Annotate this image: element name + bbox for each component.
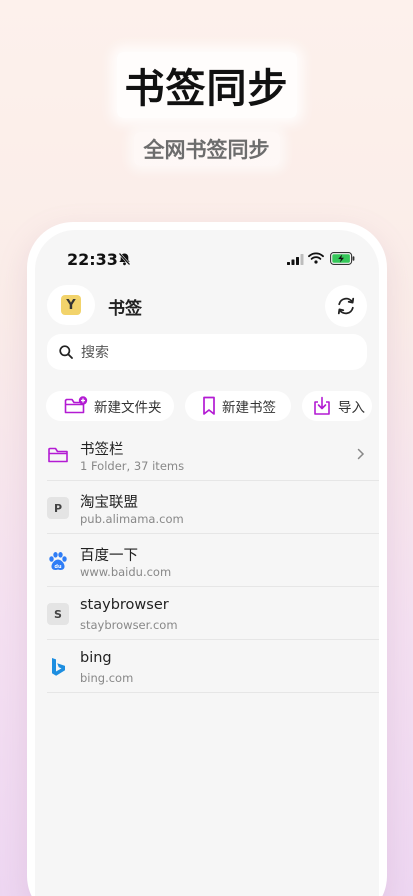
new-bookmark-label: 新建书签 [222,400,276,416]
import-icon [314,396,330,415]
bell-slash-icon [118,252,131,266]
bookmark-row[interactable]: bing bing.com [47,640,379,693]
list-item-title: staybrowser [80,597,169,613]
avatar-button[interactable]: Y [47,285,95,325]
list-item-subtitle: www.baidu.com [80,565,172,579]
bookmark-list: 书签栏 1 Folder, 37 items P 淘宝联盟 pub.alimam… [47,428,379,693]
wifi-icon [308,252,324,264]
promo-subheadline: 全网书签同步 [0,132,413,166]
folder-icon [48,447,68,463]
baidu-icon: du [49,552,67,570]
bookmark-row[interactable]: S staybrowser staybrowser.com [47,587,379,640]
list-item-subtitle: bing.com [80,671,134,685]
search-icon [59,345,73,359]
chevron-right-icon [357,448,365,460]
phone-frame: 22:33 Y 书签 搜索 新建文件夹 新建书签 导入 书签栏 1 Folder… [27,222,387,896]
site-letter-icon: S [47,603,69,625]
svg-text:du: du [54,564,62,570]
list-item-title: bing [80,650,112,666]
sync-button[interactable] [325,285,367,327]
new-folder-button[interactable]: 新建文件夹 [46,391,174,421]
new-folder-label: 新建文件夹 [94,400,162,416]
bookmark-row[interactable]: du 百度一下 www.baidu.com [47,534,379,587]
status-time: 22:33 [67,250,118,269]
bookmark-row[interactable]: P 淘宝联盟 pub.alimama.com [47,481,379,534]
bookmark-icon [203,396,215,415]
folder-add-icon [64,396,88,414]
list-item-title: 书签栏 [80,442,124,458]
import-button[interactable]: 导入 [302,391,372,421]
sync-icon [337,297,355,315]
page-title: 书签 [108,299,142,319]
battery-charging-icon [330,252,355,265]
list-item-title: 百度一下 [80,548,138,564]
list-item-subtitle: staybrowser.com [80,618,178,632]
signal-icon [287,254,304,265]
new-bookmark-button[interactable]: 新建书签 [185,391,291,421]
list-item-subtitle: 1 Folder, 37 items [80,459,185,473]
list-item-subtitle: pub.alimama.com [80,512,184,526]
import-label: 导入 [338,400,365,416]
bing-icon [52,658,65,676]
avatar: Y [61,295,81,315]
search-input[interactable]: 搜索 [47,334,367,370]
promo-headline: 书签同步 [0,52,413,118]
app-screen: 22:33 Y 书签 搜索 新建文件夹 新建书签 导入 书签栏 1 Folder… [35,230,379,896]
bookmark-folder-row[interactable]: 书签栏 1 Folder, 37 items [47,428,379,481]
search-placeholder: 搜索 [81,345,109,361]
list-item-title: 淘宝联盟 [80,495,138,511]
site-letter-icon: P [47,497,69,519]
